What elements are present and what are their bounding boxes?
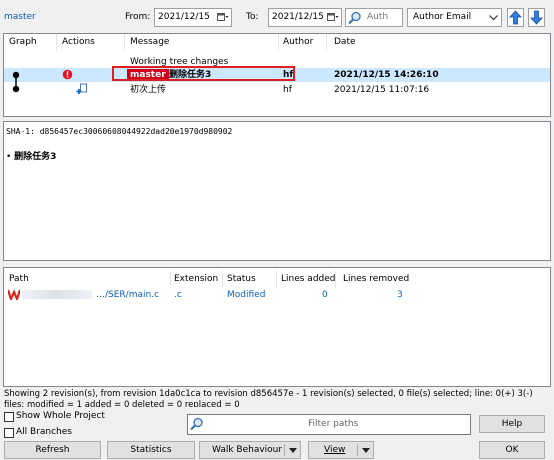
file-row-lines-removed: 3 — [397, 290, 403, 300]
path-redaction — [22, 290, 92, 299]
status-summary-text: Showing 2 revision(s), from revision 1da… — [4, 389, 533, 407]
commit-message: • 删除任务3 — [6, 151, 56, 163]
ok-button[interactable]: OK — [479, 441, 545, 459]
bullet-icon: • — [6, 152, 15, 162]
column-header-actions[interactable]: Actions — [62, 34, 95, 51]
checkbox-box[interactable] — [4, 412, 14, 422]
previous-button[interactable] — [507, 8, 524, 27]
add-file-icon — [76, 83, 87, 94]
column-header-lines-removed[interactable]: Lines removed — [343, 271, 409, 288]
view-button[interactable]: View — [308, 441, 374, 459]
file-row-lines-added: 0 — [322, 290, 328, 300]
to-date-picker[interactable]: 2021/12/15 — [268, 8, 342, 27]
graph-node — [12, 71, 20, 79]
all-branches-label: All Branches — [16, 427, 72, 437]
file-row-path[interactable]: …/SER/main.c — [96, 289, 159, 301]
to-label: To: — [246, 12, 259, 22]
show-whole-project-label: Show Whole Project — [16, 411, 105, 421]
search-icon — [348, 11, 361, 25]
error-badge-icon — [62, 69, 73, 80]
column-header-author[interactable]: Author — [283, 34, 313, 51]
filter-paths-input[interactable]: Filter paths — [187, 414, 471, 435]
from-label: From: — [125, 12, 151, 22]
arrow-down-icon — [530, 10, 543, 25]
log-row-author: hf — [283, 85, 292, 95]
from-date-value: 2021/12/15 — [158, 12, 210, 22]
branch-link[interactable]: master — [4, 12, 36, 22]
column-header-graph[interactable]: Graph — [9, 34, 37, 51]
column-header-lines-added[interactable]: Lines added — [281, 271, 336, 288]
file-row-extension: .c — [174, 290, 182, 300]
annotation-highlight-box — [112, 66, 295, 81]
from-date-picker[interactable]: 2021/12/15 — [154, 8, 232, 27]
arrow-up-icon — [509, 10, 522, 25]
commit-message-text: 删除任务3 — [14, 152, 57, 162]
calendar-dropdown-icon[interactable] — [327, 12, 339, 23]
sha-text: SHA-1: d856457ec30060608044922dad20e1970… — [6, 127, 233, 136]
log-row-message: 初次上传 — [130, 85, 167, 95]
filter-paths-placeholder: Filter paths — [308, 419, 359, 429]
search-icon — [190, 417, 203, 431]
column-header-date[interactable]: Date — [334, 34, 356, 51]
search-placeholder: Auth — [367, 12, 389, 22]
log-row-date: 2021/12/15 11:07:16 — [334, 85, 430, 95]
changed-files-list[interactable]: Path Extension Status Lines added Lines … — [3, 267, 551, 387]
column-header-status[interactable]: Status — [227, 271, 256, 288]
column-header-extension[interactable]: Extension — [174, 271, 218, 288]
to-date-value: 2021/12/15 — [272, 12, 324, 22]
column-header-message[interactable]: Message — [130, 34, 169, 51]
revision-log-list[interactable]: Graph Actions Message Author Date Workin… — [3, 33, 551, 117]
walk-behaviour-label: Walk Behaviour — [212, 445, 283, 455]
statistics-button[interactable]: Statistics — [107, 441, 195, 459]
checkbox-box[interactable] — [4, 428, 14, 438]
revision-graph — [12, 71, 20, 93]
file-row-status: Modified — [227, 290, 266, 300]
next-button[interactable] — [528, 8, 545, 27]
walk-behaviour-button[interactable]: Walk Behaviour — [199, 441, 301, 459]
refresh-button[interactable]: Refresh — [4, 441, 101, 459]
search-input[interactable]: Auth — [345, 8, 403, 27]
graph-node — [12, 85, 20, 93]
dropdown-arrow-icon[interactable] — [289, 448, 297, 453]
help-button[interactable]: Help — [479, 415, 545, 433]
chevron-down-icon — [489, 15, 498, 21]
view-label: View — [324, 445, 346, 455]
calendar-dropdown-icon[interactable] — [217, 12, 229, 23]
column-header-path[interactable]: Path — [9, 271, 29, 288]
commit-detail-pane[interactable]: SHA-1: d856457ec30060608044922dad20e1970… — [3, 121, 551, 261]
filter-mode-select[interactable]: Author Email — [407, 8, 502, 27]
dropdown-arrow-icon[interactable] — [362, 448, 370, 453]
wps-file-icon — [8, 289, 20, 300]
filter-mode-value: Author Email — [413, 12, 472, 22]
log-row-date: 2021/12/15 14:26:10 — [334, 70, 439, 80]
status-summary: Showing 2 revision(s), from revision 1da… — [4, 389, 552, 407]
